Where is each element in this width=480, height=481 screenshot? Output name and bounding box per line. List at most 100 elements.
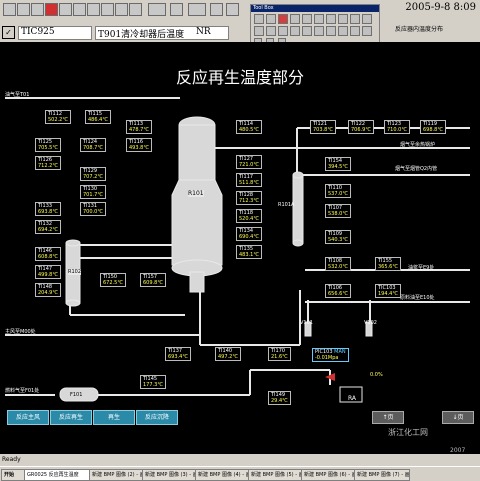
temp-tag[interactable]: TI137 693.4℃: [165, 347, 191, 361]
taskbar-item[interactable]: 新建 BMP 图像 (7) - 画图: [354, 469, 410, 481]
pic-controller[interactable]: PIC103 MAN -0.01Mpa: [312, 348, 349, 362]
temp-tag[interactable]: TI116 493.8℃: [126, 138, 152, 152]
toolbar-button[interactable]: [73, 3, 86, 16]
toolbar-button[interactable]: [3, 3, 16, 16]
temp-tag[interactable]: TI122 706.9℃: [348, 120, 374, 134]
temp-tag[interactable]: TI118 520.4℃: [236, 209, 262, 223]
page-down-button[interactable]: ↓页: [442, 411, 474, 424]
watermark-year: 2007: [450, 447, 466, 454]
toolbox-button[interactable]: [290, 14, 300, 24]
taskbar-item[interactable]: 新建 BMP 图像 (5) - 画图: [248, 469, 304, 481]
page-subtitle: 反应器内温度分布: [395, 26, 444, 33]
temp-tag[interactable]: TI129 707.2℃: [80, 167, 106, 181]
toolbar-button[interactable]: [188, 3, 206, 16]
toolbox-button[interactable]: [314, 26, 324, 36]
temp-tag[interactable]: TI133 693.8℃: [35, 202, 61, 216]
temp-tag[interactable]: TI126 712.2℃: [35, 156, 61, 170]
temp-tag[interactable]: TI157 609.8℃: [140, 273, 166, 287]
toolbox-button[interactable]: [362, 26, 372, 36]
toolbar-button[interactable]: [17, 3, 30, 16]
toolbox-button[interactable]: [254, 14, 264, 24]
taskbar-item[interactable]: 新建 BMP 图像 (6) - 画图: [301, 469, 357, 481]
toolbox-button[interactable]: [266, 14, 276, 24]
temp-tag[interactable]: TI155 365.6℃: [375, 257, 401, 271]
toolbox-button[interactable]: [362, 14, 372, 24]
toolbox-button[interactable]: [254, 26, 264, 36]
toolbox-button[interactable]: [326, 14, 336, 24]
toolbar-button[interactable]: [226, 3, 239, 16]
temp-tag[interactable]: TI125 705.5℃: [35, 138, 61, 152]
toolbox-button[interactable]: [266, 26, 276, 36]
temp-tag[interactable]: TI145 177.3℃: [140, 375, 166, 389]
alarm-button[interactable]: [45, 3, 58, 16]
toolbar-button[interactable]: [31, 3, 44, 16]
toolbar-button[interactable]: [129, 3, 142, 16]
temp-tag[interactable]: TI110 537.0℃: [325, 184, 351, 198]
tag-field[interactable]: TIC925: [18, 26, 92, 40]
temp-tag[interactable]: TI135 483.1℃: [236, 245, 262, 259]
temp-tag[interactable]: TI148 204.9℃: [35, 283, 61, 297]
toolbox-button[interactable]: [302, 26, 312, 36]
temp-tag[interactable]: TI150 672.5℃: [100, 273, 126, 287]
taskbar-item[interactable]: 新建 BMP 图像 (4) - 画图: [195, 469, 251, 481]
temp-tag[interactable]: TI117 511.8℃: [236, 173, 262, 187]
temp-tag[interactable]: TI115 486.4℃: [85, 110, 111, 124]
page-up-button[interactable]: ↑页: [372, 411, 404, 424]
status-bar: Ready: [0, 454, 480, 466]
temp-tag[interactable]: TI140 497.2℃: [215, 347, 241, 361]
taskbar-item[interactable]: 新建 BMP 图像 (2) - 画图: [89, 469, 145, 481]
temp-tag[interactable]: TI146 608.8℃: [35, 247, 61, 261]
toolbar-button[interactable]: [87, 3, 100, 16]
toolbox-button[interactable]: [326, 26, 336, 36]
toolbar-button[interactable]: [59, 3, 72, 16]
nav-button-reaction-air[interactable]: 反应主风: [7, 410, 49, 425]
temp-tag[interactable]: TI123 710.0℃: [384, 120, 410, 134]
vessel-label-r101a: R101A: [278, 202, 295, 208]
toolbox-button[interactable]: [350, 26, 360, 36]
toolbox-button[interactable]: [338, 14, 348, 24]
temp-tag[interactable]: TI149 29.4℃: [268, 391, 291, 405]
toolbox-button[interactable]: [338, 26, 348, 36]
temp-tag[interactable]: TI113 478.7℃: [126, 120, 152, 134]
temp-tag[interactable]: TI134 690.4℃: [236, 227, 262, 241]
toolbox-button[interactable]: [290, 26, 300, 36]
temp-tag[interactable]: TIC103 194.4℃: [375, 284, 401, 298]
temp-tag[interactable]: TI109 540.3℃: [325, 230, 351, 244]
temp-tag[interactable]: TI130 701.7℃: [80, 185, 106, 199]
toolbox-button[interactable]: [278, 26, 288, 36]
temp-tag[interactable]: TI107 538.0℃: [325, 204, 351, 218]
temp-tag[interactable]: TI127 721.0℃: [236, 155, 262, 169]
mode-indicator: NR: [196, 27, 211, 37]
temp-tag[interactable]: TI154 394.5℃: [325, 157, 351, 171]
nav-button-regen[interactable]: 再生: [93, 410, 135, 425]
temp-tag[interactable]: TI112 502.2℃: [45, 110, 71, 124]
toolbar-button[interactable]: [210, 3, 223, 16]
temp-tag[interactable]: TI131 700.0℃: [80, 202, 106, 216]
temp-tag[interactable]: TI124 708.7℃: [80, 138, 106, 152]
toolbar-button[interactable]: [170, 3, 183, 16]
nav-button-reaction-regen[interactable]: 反应再生: [50, 410, 92, 425]
temp-tag[interactable]: TI119 698.8℃: [420, 120, 446, 134]
toolbar-button[interactable]: [101, 3, 114, 16]
temp-tag[interactable]: TI128 712.3℃: [236, 191, 262, 205]
nav-button-settle[interactable]: 反应沉降: [136, 410, 178, 425]
toolbar-button[interactable]: [148, 3, 166, 16]
toolbar-button[interactable]: [115, 3, 128, 16]
temp-tag[interactable]: TI106 656.6℃: [325, 284, 351, 298]
temp-tag[interactable]: TI121 703.8℃: [310, 120, 336, 134]
temp-tag[interactable]: TI114 480.5℃: [236, 120, 262, 134]
taskbar-item[interactable]: GR0025 反应再生温度: [24, 469, 92, 481]
temp-tag[interactable]: TI147 499.8℃: [35, 265, 61, 279]
check-icon[interactable]: ✓: [2, 26, 15, 39]
taskbar-item[interactable]: 新建 BMP 图像 (3) - 画图: [142, 469, 198, 481]
toolbox-button[interactable]: [302, 14, 312, 24]
temp-tag[interactable]: TI132 694.2℃: [35, 220, 61, 234]
toolbox-button[interactable]: [314, 14, 324, 24]
temp-tag[interactable]: TI108 532.0℃: [325, 257, 351, 271]
toolbox-button[interactable]: [350, 14, 360, 24]
process-diagram: R101 R101A R102 F101 V101 V102 RA 0.0% 油…: [0, 42, 480, 454]
vessel-label-v102: V102: [364, 320, 377, 326]
toolbox-button[interactable]: [278, 14, 288, 24]
top-toolbar: 2005-9-8 8:09: [0, 0, 480, 23]
temp-tag[interactable]: TI170 21.6℃: [268, 347, 291, 361]
